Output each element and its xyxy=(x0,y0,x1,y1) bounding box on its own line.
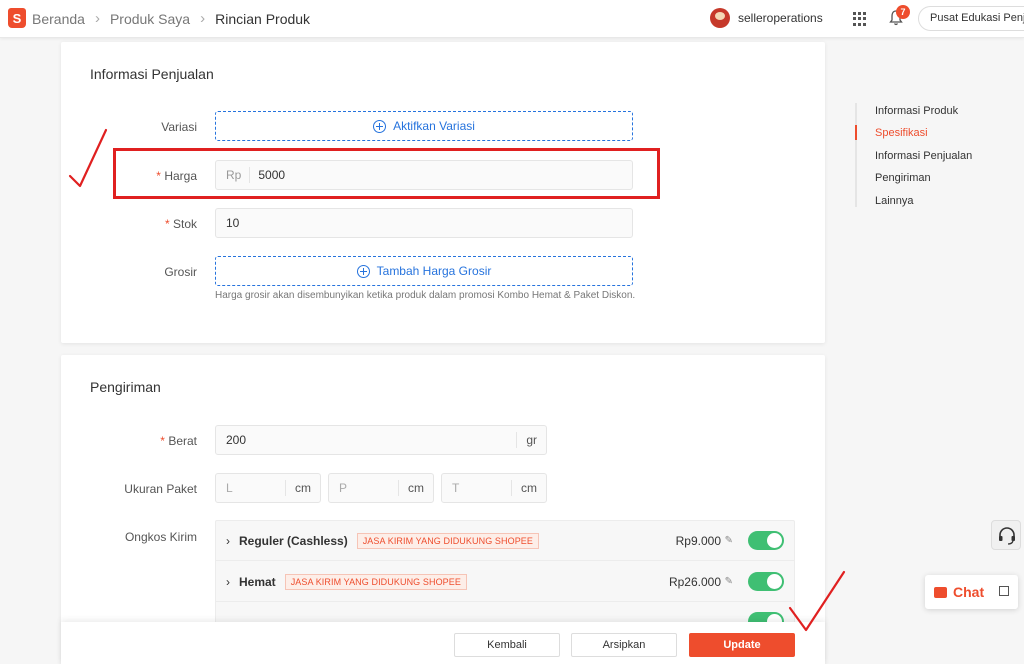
wholesale-label: Grosir xyxy=(164,265,197,279)
stock-value: 10 xyxy=(226,216,240,230)
shipping-options-list: › Reguler (Cashless) JASA KIRIM YANG DID… xyxy=(215,520,795,630)
package-size-label: Ukuran Paket xyxy=(124,482,197,496)
price-highlight-annotation xyxy=(113,148,660,199)
nav-specification[interactable]: Spesifikasi xyxy=(875,127,928,139)
weight-value: 200 xyxy=(226,433,247,447)
chevron-right-icon[interactable]: › xyxy=(226,534,230,548)
shipping-option-price: Rp9.000 xyxy=(675,533,721,548)
stock-input[interactable]: 10 xyxy=(215,208,633,238)
customer-support-button[interactable] xyxy=(991,520,1021,550)
enable-variation-button[interactable]: Aktifkan Variasi xyxy=(215,111,633,141)
breadcrumb: Beranda › Produk Saya › Rincian Produk xyxy=(32,10,310,27)
shopee-logo-icon[interactable]: S xyxy=(8,8,26,28)
edit-pencil-icon[interactable]: ✎ xyxy=(725,576,733,587)
length-unit: cm xyxy=(285,480,320,496)
active-section-indicator xyxy=(855,125,857,140)
shipping-option-row[interactable]: › Hemat JASA KIRIM YANG DIDUKUNG SHOPEE … xyxy=(216,562,794,602)
height-placeholder: T xyxy=(452,481,460,495)
height-unit: cm xyxy=(511,480,546,496)
bottom-action-bar: Kembali Arsipkan Update xyxy=(61,622,825,664)
shipping-option-name: Hemat xyxy=(239,574,276,589)
shopee-supported-tag: JASA KIRIM YANG DIDUKUNG SHOPEE xyxy=(356,532,540,549)
add-wholesale-price-label: Tambah Harga Grosir xyxy=(376,264,492,278)
shipping-cost-label: Ongkos Kirim xyxy=(124,530,197,544)
package-width-input[interactable]: P cm xyxy=(328,473,434,503)
sales-info-title: Informasi Penjualan xyxy=(90,66,214,82)
weight-label: * Berat xyxy=(160,434,197,448)
expand-window-icon[interactable] xyxy=(999,586,1009,596)
top-header: S Beranda › Produk Saya › Rincian Produk… xyxy=(0,0,1024,38)
checkmark-annotation-icon xyxy=(788,570,846,632)
weight-unit: gr xyxy=(516,432,546,448)
width-unit: cm xyxy=(398,480,433,496)
update-button[interactable]: Update xyxy=(689,633,795,657)
breadcrumb-current: Rincian Produk xyxy=(215,10,311,27)
notification-count-badge: 7 xyxy=(896,5,910,19)
wholesale-hint: Harga grosir akan disembunyikan ketika p… xyxy=(215,290,636,301)
section-nav: Informasi Produk Spesifikasi Informasi P… xyxy=(855,103,972,207)
edit-pencil-icon[interactable]: ✎ xyxy=(725,535,733,546)
shipping-option-row[interactable]: › Reguler (Cashless) JASA KIRIM YANG DID… xyxy=(216,521,794,561)
seller-education-button[interactable]: Pusat Edukasi Penjual xyxy=(918,6,1024,31)
shipping-title: Pengiriman xyxy=(90,379,161,395)
add-wholesale-price-button[interactable]: Tambah Harga Grosir xyxy=(215,256,633,286)
back-button[interactable]: Kembali xyxy=(454,633,560,657)
nav-shipping[interactable]: Pengiriman xyxy=(875,172,931,184)
nav-others[interactable]: Lainnya xyxy=(875,195,914,207)
shopee-supported-tag: JASA KIRIM YANG DIDUKUNG SHOPEE xyxy=(284,573,467,590)
shipping-option-name: Reguler (Cashless) xyxy=(239,533,348,548)
plus-circle-icon xyxy=(356,264,370,278)
breadcrumb-my-products[interactable]: Produk Saya xyxy=(110,11,190,27)
shipping-option-price: Rp26.000 xyxy=(668,574,721,589)
headset-icon xyxy=(999,527,1015,545)
stock-label: * Stok xyxy=(164,217,197,231)
chat-label: Chat xyxy=(953,584,985,600)
package-length-input[interactable]: L cm xyxy=(215,473,321,503)
avatar xyxy=(710,8,730,28)
enable-variation-label: Aktifkan Variasi xyxy=(393,119,475,133)
nav-product-info[interactable]: Informasi Produk xyxy=(875,105,958,117)
breadcrumb-separator-icon: › xyxy=(94,10,100,27)
checkmark-annotation-icon xyxy=(68,128,108,188)
weight-input[interactable]: 200 gr xyxy=(215,425,547,455)
username: selleroperations xyxy=(738,11,823,25)
user-menu[interactable]: selleroperations xyxy=(710,8,823,28)
breadcrumb-separator-icon: › xyxy=(200,10,206,27)
breadcrumb-home[interactable]: Beranda xyxy=(32,11,85,27)
shipping-option-toggle[interactable] xyxy=(748,572,784,591)
archive-button[interactable]: Arsipkan xyxy=(571,633,677,657)
length-placeholder: L xyxy=(226,481,233,495)
chevron-right-icon[interactable]: › xyxy=(226,575,230,589)
nav-sales-info[interactable]: Informasi Penjualan xyxy=(875,150,972,162)
package-height-input[interactable]: T cm xyxy=(441,473,547,503)
width-placeholder: P xyxy=(339,481,348,495)
chat-widget[interactable]: Chat xyxy=(925,575,1018,609)
plus-circle-icon xyxy=(373,119,387,133)
apps-grid-icon[interactable] xyxy=(853,12,867,26)
shipping-option-toggle[interactable] xyxy=(748,531,784,550)
chat-bubble-icon xyxy=(934,586,947,598)
